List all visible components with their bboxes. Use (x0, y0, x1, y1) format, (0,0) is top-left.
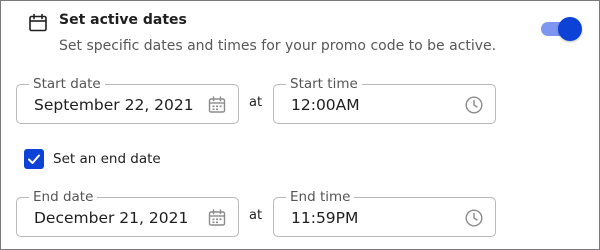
section-description: Set specific dates and times for your pr… (59, 38, 497, 54)
end-time-field[interactable]: End time 11:59PM (273, 188, 496, 237)
start-date-value: September 22, 2021 (34, 96, 194, 114)
start-time-value: 12:00AM (291, 96, 360, 114)
clock-icon[interactable] (464, 208, 484, 228)
active-dates-panel: Set active dates Set specific dates and … (0, 0, 600, 250)
checkmark-icon (28, 154, 40, 164)
start-date-label: Start date (29, 75, 105, 93)
end-time-label: End time (286, 188, 355, 206)
start-time-field[interactable]: Start time 12:00AM (273, 75, 496, 124)
at-label: at (249, 208, 263, 223)
end-date-checkbox[interactable] (24, 149, 44, 169)
toggle-knob (558, 17, 582, 41)
calendar-icon[interactable] (207, 208, 227, 228)
active-dates-toggle[interactable] (541, 17, 583, 41)
calendar-icon (29, 13, 47, 32)
end-date-checkbox-label[interactable]: Set an end date (53, 151, 161, 167)
at-label: at (249, 95, 263, 110)
end-date-value: December 21, 2021 (34, 209, 189, 227)
clock-icon[interactable] (464, 95, 484, 115)
calendar-icon[interactable] (207, 95, 227, 115)
end-date-field[interactable]: End date December 21, 2021 (16, 188, 239, 237)
section-title: Set active dates (59, 12, 187, 28)
end-time-value: 11:59PM (291, 209, 359, 227)
start-time-label: Start time (286, 75, 362, 93)
start-date-field[interactable]: Start date September 22, 2021 (16, 75, 239, 124)
end-date-label: End date (29, 188, 98, 206)
